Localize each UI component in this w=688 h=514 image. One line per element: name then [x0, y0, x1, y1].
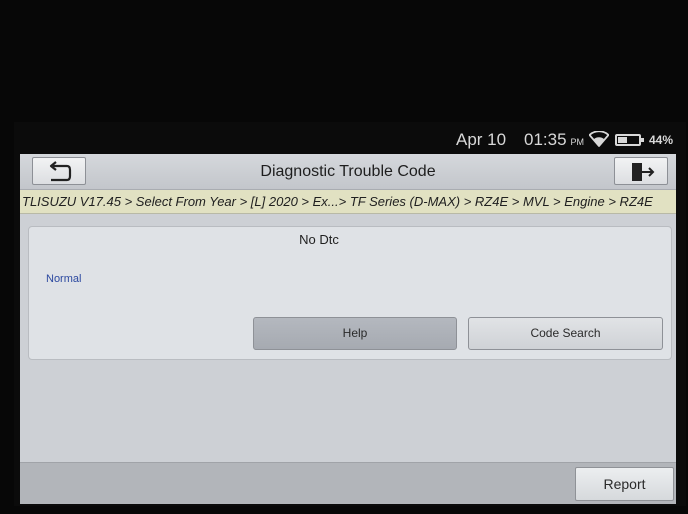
- status-date: Apr 10: [456, 130, 507, 149]
- help-button[interactable]: Help: [253, 317, 457, 350]
- status-time: 01:35 PM: [524, 130, 584, 150]
- exit-door-icon: [632, 163, 655, 181]
- title-bar: Diagnostic Trouble Code: [20, 154, 676, 190]
- dtc-message: No Dtc: [299, 232, 339, 247]
- status-clock: 01:35: [524, 130, 567, 149]
- dtc-panel: No Dtc Normal Help Code Search: [28, 226, 672, 360]
- dtc-status: Normal: [46, 273, 82, 285]
- battery-icon: [615, 134, 644, 146]
- code-search-button[interactable]: Code Search: [468, 317, 663, 350]
- diagnostic-app: Diagnostic Trouble Code TLISUZU V17.45 >…: [20, 154, 676, 504]
- battery-percent: 44%: [649, 133, 674, 147]
- breadcrumb: TLISUZU V17.45 > Select From Year > [L] …: [20, 190, 676, 214]
- tablet-screen: Apr 10 01:35 PM 44% Diagnostic Trouble Co…: [14, 122, 686, 506]
- page-title: Diagnostic Trouble Code: [260, 163, 436, 180]
- bottom-bar: Report: [20, 462, 676, 504]
- status-ampm: PM: [570, 137, 585, 147]
- wifi-icon: [589, 131, 609, 147]
- report-button[interactable]: Report: [575, 467, 674, 501]
- status-bar: Apr 10 01:35 PM 44%: [14, 122, 686, 154]
- exit-button[interactable]: [614, 157, 668, 185]
